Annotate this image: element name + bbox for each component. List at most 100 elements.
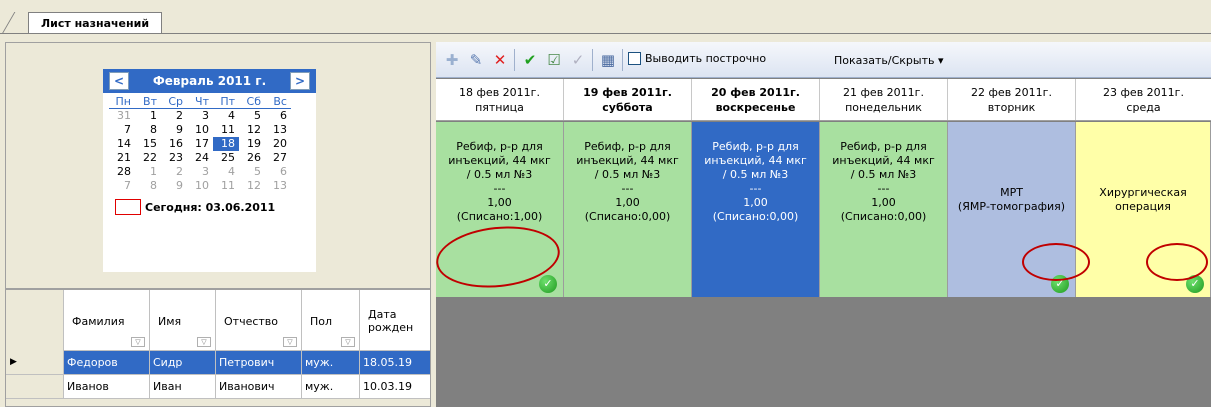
column-label: Дата рожден [368,308,414,334]
calendar-day[interactable]: 26 [239,151,265,165]
column-header-birthdate[interactable]: Дата рожден [360,290,430,351]
calendar-day[interactable]: 21 [109,151,135,165]
day-header[interactable]: 22 фев 2011г. вторник [948,79,1076,120]
table-cell[interactable]: муж. [302,375,360,399]
sign-icon[interactable]: ✓ [568,50,588,70]
row-by-row-checkbox[interactable]: Выводить построчно [628,52,766,65]
day-weekday: вторник [987,101,1036,114]
calendar-day[interactable]: 8 [135,123,161,137]
calendar-header: < Февраль 2011 г. > [103,69,316,93]
prev-month-button[interactable]: < [109,72,129,90]
prescription-cell[interactable]: Ребиф, р-р для инъекций, 44 мкг / 0.5 мл… [820,122,948,297]
calendar-day[interactable]: 4 [213,109,239,123]
day-header[interactable]: 21 фев 2011г. понедельник [820,79,948,120]
column-header-lastname[interactable]: Фамилия ▽ [64,290,150,351]
calendar-day[interactable]: 6 [265,165,291,179]
add-icon[interactable]: ✚ [442,50,462,70]
today-link[interactable]: Сегодня: 03.06.2011 [109,199,310,215]
prescription-cell[interactable]: Ребиф, р-р для инъекций, 44 мкг / 0.5 мл… [436,122,564,297]
calendar-day[interactable]: 15 [135,137,161,151]
table-row-selected[interactable]: ▶ Федоров Сидр Петрович муж. 18.05.19 [6,351,430,375]
calendar-day[interactable]: 2 [161,109,187,123]
calendar-week: 7 8 9 10 11 12 13 [109,179,310,193]
day-weekday: понедельник [845,101,922,114]
calendar-day[interactable]: 5 [239,165,265,179]
calendar-day[interactable]: 7 [109,123,135,137]
prescription-cell-selected[interactable]: Ребиф, р-р для инъекций, 44 мкг / 0.5 мл… [692,122,820,297]
calendar-day[interactable]: 25 [213,151,239,165]
month-label[interactable]: Февраль 2011 г. [153,74,266,88]
calendar-day[interactable]: 11 [213,123,239,137]
calendar-day[interactable]: 1 [135,165,161,179]
calendar-day[interactable]: 6 [265,109,291,123]
cell-line: --- [877,182,890,195]
column-header-sex[interactable]: Пол ▽ [302,290,360,351]
calendar-day[interactable]: 3 [187,109,213,123]
table-row[interactable]: Иванов Иван Иванович муж. 10.03.19 [6,375,430,399]
filter-icon[interactable]: ▽ [341,337,355,347]
calendar-day[interactable]: 13 [265,179,291,193]
calendar-day-selected[interactable]: 18 [213,137,239,151]
column-header-patronymic[interactable]: Отчество ▽ [216,290,302,351]
filter-icon[interactable]: ▽ [131,337,145,347]
tab-prescription-sheet[interactable]: Лист назначений [28,12,163,34]
show-hide-dropdown[interactable]: Показать/Скрыть ▾ [828,51,949,71]
day-header[interactable]: 20 фев 2011г. воскресенье [692,79,820,120]
calendar-icon[interactable]: ▦ [598,50,618,70]
approve-list-icon[interactable]: ☑ [544,50,564,70]
calendar-day[interactable]: 9 [161,179,187,193]
calendar-day[interactable]: 28 [109,165,135,179]
delete-icon[interactable]: ✕ [490,50,510,70]
calendar-day[interactable]: 7 [109,179,135,193]
calendar-day[interactable]: 12 [239,179,265,193]
calendar-day[interactable]: 23 [161,151,187,165]
table-cell[interactable]: 18.05.19 [360,351,430,375]
day-weekday: суббота [602,101,653,114]
calendar-day[interactable]: 14 [109,137,135,151]
calendar-day[interactable]: 1 [135,109,161,123]
table-cell[interactable]: Сидр [150,351,216,375]
calendar-day[interactable]: 20 [265,137,291,151]
procedure-cell[interactable]: Хирургическая операция ✓ [1076,122,1211,297]
calendar-day[interactable]: 5 [239,109,265,123]
next-month-button[interactable]: > [290,72,310,90]
calendar-day[interactable]: 2 [161,165,187,179]
table-cell[interactable]: Федоров [64,351,150,375]
calendar-day[interactable]: 16 [161,137,187,151]
calendar-day[interactable]: 8 [135,179,161,193]
calendar-day[interactable]: 31 [109,109,135,123]
column-header-firstname[interactable]: Имя ▽ [150,290,216,351]
toolbar-separator [622,49,623,71]
calendar-day[interactable]: 19 [239,137,265,151]
calendar-day[interactable]: 12 [239,123,265,137]
day-header[interactable]: 23 фев 2011г. среда [1076,79,1211,120]
calendar-day[interactable]: 22 [135,151,161,165]
calendar-day[interactable]: 10 [187,123,213,137]
table-cell[interactable]: Иванович [216,375,302,399]
table-cell[interactable]: Петрович [216,351,302,375]
checkmark-icon[interactable]: ✔ [520,50,540,70]
procedure-cell[interactable]: МРТ (ЯМР-томография) ✓ [948,122,1076,297]
calendar-day[interactable]: 17 [187,137,213,151]
table-cell[interactable]: муж. [302,351,360,375]
calendar-day[interactable]: 10 [187,179,213,193]
checkbox-box[interactable] [628,52,641,65]
table-cell[interactable]: 10.03.19 [360,375,430,399]
filter-icon[interactable]: ▽ [283,337,297,347]
calendar-day[interactable]: 27 [265,151,291,165]
day-date: 20 фев 2011г. [711,86,800,99]
row-header-corner [6,290,64,351]
prescription-cell[interactable]: Ребиф, р-р для инъекций, 44 мкг / 0.5 мл… [564,122,692,297]
day-header[interactable]: 19 фев 2011г. суббота [564,79,692,120]
table-cell[interactable]: Иван [150,375,216,399]
calendar-day[interactable]: 4 [213,165,239,179]
calendar-day[interactable]: 11 [213,179,239,193]
filter-icon[interactable]: ▽ [197,337,211,347]
calendar-day[interactable]: 24 [187,151,213,165]
calendar-day[interactable]: 13 [265,123,291,137]
calendar-day[interactable]: 3 [187,165,213,179]
day-header[interactable]: 18 фев 2011г. пятница [436,79,564,120]
calendar-day[interactable]: 9 [161,123,187,137]
table-cell[interactable]: Иванов [64,375,150,399]
edit-icon[interactable]: ✎ [466,50,486,70]
